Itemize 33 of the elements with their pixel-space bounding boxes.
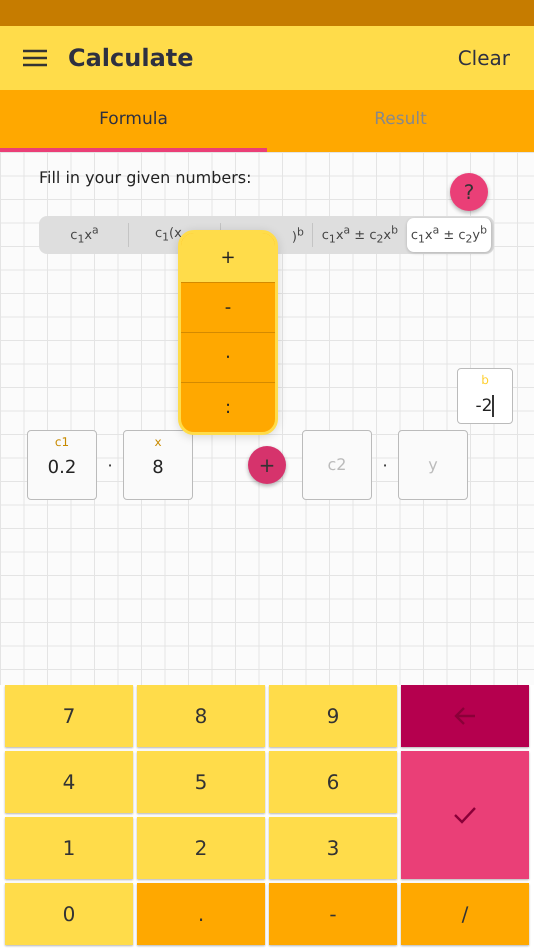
number-field[interactable]: x 8 (123, 430, 193, 500)
key-button[interactable]: 0 (5, 883, 133, 945)
multiply-sign: · (106, 456, 114, 474)
key-button[interactable]: 8 (137, 685, 265, 747)
menu-icon[interactable] (22, 49, 48, 67)
exponent-field[interactable]: b -2 (457, 368, 513, 424)
confirm-button[interactable] (401, 751, 529, 879)
key-button[interactable]: / (401, 883, 529, 945)
clear-button[interactable]: Clear (454, 42, 514, 74)
key-button[interactable]: 4 (5, 751, 133, 813)
key-button[interactable]: 5 (137, 751, 265, 813)
key-button[interactable]: 1 (5, 817, 133, 879)
checkmark-icon (453, 806, 477, 824)
multiply-sign: · (381, 456, 389, 474)
key-button[interactable]: 7 (5, 685, 133, 747)
formula-option[interactable]: c$_{1}$x$^{a}$ ± c$_{2}$y$^{b}$ (406, 218, 492, 252)
key-button[interactable]: - (269, 883, 397, 945)
operator-option[interactable]: : (181, 382, 275, 432)
instruction-text: Fill in your given numbers: (39, 168, 252, 186)
operator-option[interactable]: · (181, 332, 275, 382)
operator-option[interactable]: - (181, 282, 275, 332)
app-title: Calculate (68, 44, 194, 72)
number-field[interactable]: c1 0.2 (27, 430, 97, 500)
key-button[interactable]: 9 (269, 685, 397, 747)
key-button[interactable]: . (137, 883, 265, 945)
back-arrow-icon (453, 706, 477, 726)
backspace-button[interactable] (401, 685, 529, 747)
formula-option[interactable]: c$_{1}$x$^{a}$ ± c$_{2}$x$^{b}$ (312, 223, 407, 247)
key-button[interactable]: 2 (137, 817, 265, 879)
key-button[interactable]: 3 (269, 817, 397, 879)
key-button[interactable]: 6 (269, 751, 397, 813)
formula-option[interactable]: c$_{1}$x$^{a}$ (41, 223, 129, 247)
operator-option[interactable]: + (181, 233, 275, 282)
